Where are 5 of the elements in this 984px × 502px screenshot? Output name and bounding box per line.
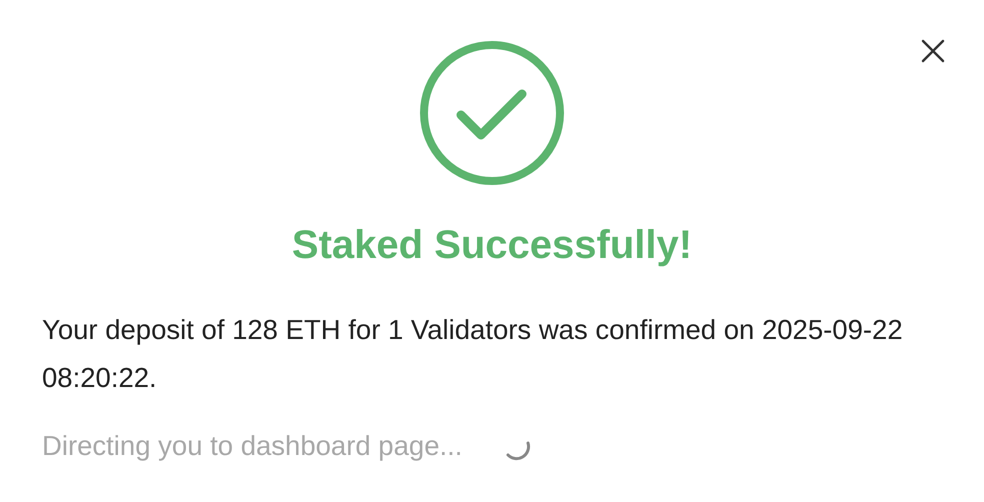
check-circle-icon [419, 40, 565, 186]
close-icon [921, 39, 945, 63]
confirmation-message: Your deposit of 128 ETH for 1 Validators was confirmed on 2025-09-22 08:20:22. [42, 313, 904, 395]
redirect-text: Directing you to dashboard page... [42, 429, 462, 463]
success-title: Staked Successfully! [290, 222, 694, 269]
